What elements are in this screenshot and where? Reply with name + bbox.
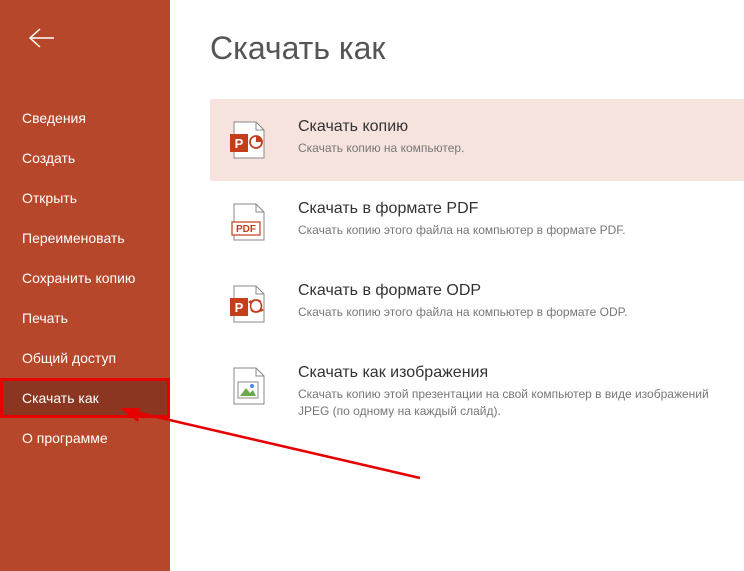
- option-title: Скачать копию: [298, 118, 724, 136]
- sidebar-item-label: О программе: [22, 430, 108, 446]
- option-desc: Скачать копию на компьютер.: [298, 140, 724, 157]
- sidebar-item-open[interactable]: Открыть: [0, 178, 170, 218]
- option-text: Скачать в формате PDF Скачать копию этог…: [298, 198, 724, 239]
- sidebar-item-save-copy[interactable]: Сохранить копию: [0, 258, 170, 298]
- option-text: Скачать в формате ODP Скачать копию этог…: [298, 280, 724, 321]
- svg-text:PDF: PDF: [236, 224, 256, 235]
- svg-text:P: P: [235, 136, 244, 151]
- sidebar-item-print[interactable]: Печать: [0, 298, 170, 338]
- sidebar-item-share[interactable]: Общий доступ: [0, 338, 170, 378]
- sidebar-item-label: Сохранить копию: [22, 270, 135, 286]
- sidebar-item-rename[interactable]: Переименовать: [0, 218, 170, 258]
- sidebar-item-label: Сведения: [22, 110, 86, 126]
- option-download-pdf[interactable]: PDF Скачать в формате PDF Скачать копию …: [210, 181, 744, 263]
- odp-file-icon: P: [224, 280, 272, 328]
- sidebar-item-label: Открыть: [22, 190, 77, 206]
- sidebar-item-about[interactable]: О программе: [0, 418, 170, 458]
- sidebar: Сведения Создать Открыть Переименовать С…: [0, 0, 170, 571]
- back-button[interactable]: [22, 18, 62, 58]
- option-download-copy[interactable]: P Скачать копию Скачать копию на компьют…: [210, 99, 744, 181]
- option-desc: Скачать копию этого файла на компьютер в…: [298, 304, 724, 321]
- sidebar-item-label: Общий доступ: [22, 350, 116, 366]
- sidebar-item-create[interactable]: Создать: [0, 138, 170, 178]
- sidebar-item-info[interactable]: Сведения: [0, 98, 170, 138]
- powerpoint-file-icon: P: [224, 116, 272, 164]
- option-desc: Скачать копию этой презентации на свой к…: [298, 386, 724, 420]
- option-download-odp[interactable]: P Скачать в формате ODP Скачать копию эт…: [210, 263, 744, 345]
- image-file-icon: [224, 362, 272, 410]
- main-panel: Скачать как P Скачать копию Скачать копи…: [170, 0, 744, 571]
- page-title: Скачать как: [210, 30, 744, 67]
- sidebar-item-label: Скачать как: [22, 390, 99, 406]
- sidebar-item-label: Переименовать: [22, 230, 125, 246]
- option-title: Скачать как изображения: [298, 364, 724, 382]
- option-text: Скачать как изображения Скачать копию эт…: [298, 362, 724, 420]
- option-title: Скачать в формате ODP: [298, 282, 724, 300]
- back-arrow-icon: [28, 27, 56, 49]
- sidebar-item-download-as[interactable]: Скачать как: [0, 378, 170, 418]
- option-text: Скачать копию Скачать копию на компьютер…: [298, 116, 724, 157]
- download-options: P Скачать копию Скачать копию на компьют…: [210, 99, 744, 437]
- sidebar-item-label: Создать: [22, 150, 75, 166]
- svg-text:P: P: [235, 300, 244, 315]
- option-title: Скачать в формате PDF: [298, 200, 724, 218]
- sidebar-item-label: Печать: [22, 310, 68, 326]
- option-desc: Скачать копию этого файла на компьютер в…: [298, 222, 724, 239]
- sidebar-menu: Сведения Создать Открыть Переименовать С…: [0, 98, 170, 458]
- pdf-file-icon: PDF: [224, 198, 272, 246]
- option-download-images[interactable]: Скачать как изображения Скачать копию эт…: [210, 345, 744, 437]
